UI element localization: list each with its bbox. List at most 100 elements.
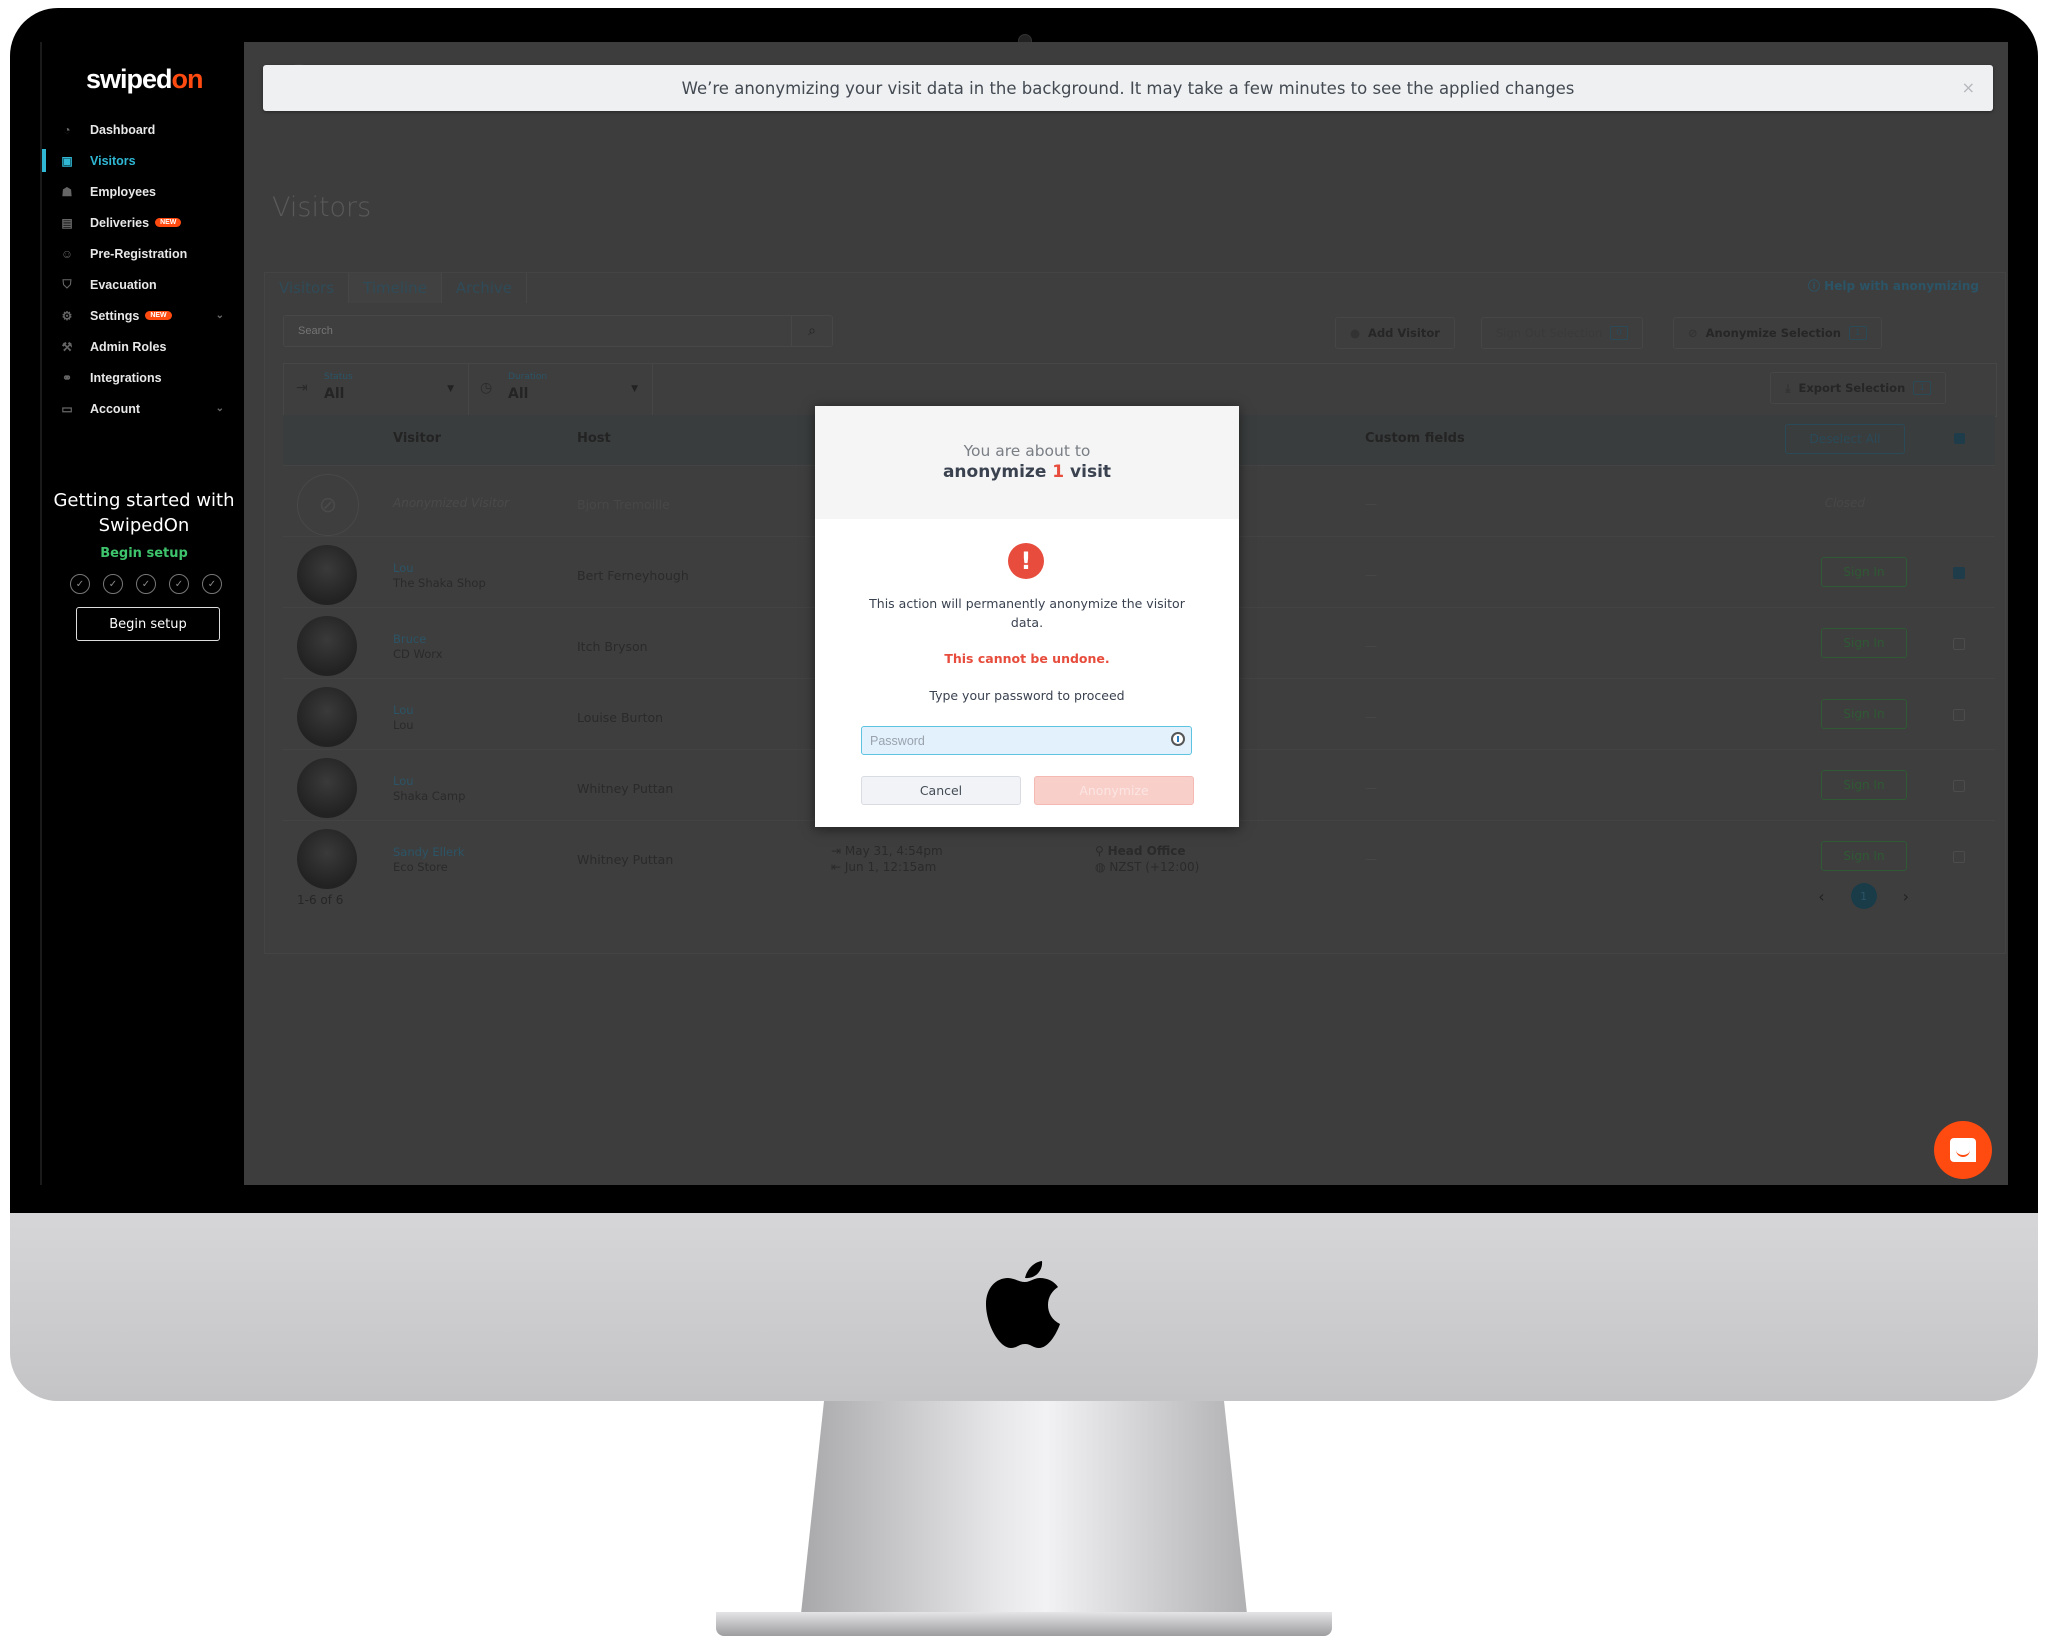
sign-in-button[interactable]: Sign In (1821, 628, 1907, 658)
help-link-label: Help with anonymizing (1824, 279, 1979, 293)
sidebar-item-label: Deliveries (90, 215, 150, 230)
sidebar-item-pre-registration[interactable]: ☺ Pre-Registration (42, 238, 246, 269)
avatar (297, 616, 357, 676)
search-icon: ⌕ (808, 323, 816, 339)
sidebar-item-integrations[interactable]: ⚭ Integrations (42, 362, 246, 393)
sidebar-item-employees[interactable]: ☗ Employees (42, 176, 246, 207)
export-selection-button[interactable]: ⤓ Export Selection 1 (1770, 372, 1946, 404)
close-icon[interactable]: × (1962, 78, 1975, 97)
visitor-company: The Shaka Shop (393, 576, 486, 590)
sidebar-item-settings[interactable]: ⚙ Settings NEW ⌄ (42, 300, 246, 331)
add-user-icon: ☺ (60, 246, 74, 261)
select-all-checkbox[interactable] (1954, 433, 1965, 444)
sign-out-selection-button[interactable]: Sign Out Selection 0 (1481, 317, 1643, 349)
row-checkbox[interactable] (1953, 709, 1965, 721)
location-value: Head Office (1107, 844, 1186, 858)
row-checkbox[interactable] (1953, 851, 1965, 863)
swipedon-logo[interactable]: swipedon (86, 64, 204, 95)
duration-filter[interactable]: ◷ Duration All ▼ (468, 364, 653, 416)
exclamation-icon: ! (1008, 543, 1044, 579)
info-icon: ⓘ (1807, 279, 1825, 293)
visitor-name[interactable]: Sandy Ellerk (393, 845, 465, 859)
sign-in-button[interactable]: Sign In (1821, 699, 1907, 729)
status-filter[interactable]: ⇥ Status All ▼ (284, 364, 469, 416)
sidebar-item-label: Visitors (90, 153, 136, 168)
sign-in-button[interactable]: Sign In (1821, 770, 1907, 800)
setup-step-check-icon: ✓ (169, 574, 189, 594)
custom-fields-value: — (1365, 497, 1377, 511)
password-manager-icon[interactable] (1171, 732, 1185, 746)
cancel-button[interactable]: Cancel (861, 776, 1021, 805)
setup-step-check-icon: ✓ (103, 574, 123, 594)
visitor-name[interactable]: Lou (393, 561, 414, 575)
custom-fields-value: — (1365, 710, 1377, 724)
signed-in-time: ⇥ May 31, 4:54pm (831, 844, 943, 858)
anonymize-button[interactable]: Anonymize (1034, 776, 1194, 805)
column-host[interactable]: Host (577, 431, 611, 446)
setup-steps: ✓ ✓ ✓ ✓ ✓ (70, 574, 222, 594)
deselect-all-button[interactable]: Deselect All (1785, 424, 1905, 454)
wrench-icon: ⚒ (61, 339, 73, 354)
sign-out-selection-label: Sign Out Selection (1496, 326, 1603, 340)
sidebar-item-deliveries[interactable]: ▤ Deliveries NEW (42, 207, 246, 238)
shield-icon: ⛉ (62, 277, 72, 291)
help-anonymizing-link[interactable]: ⓘ Help with anonymizing (1808, 277, 1979, 294)
search-box: ⌕ (283, 315, 833, 347)
notification-banner: We’re anonymizing your visit data in the… (263, 65, 1993, 111)
next-page-button[interactable]: › (1903, 887, 1909, 906)
search-button[interactable]: ⌕ (791, 316, 832, 346)
add-visitor-button[interactable]: ● Add Visitor (1335, 317, 1455, 349)
row-checkbox[interactable] (1953, 780, 1965, 792)
chevron-down-icon[interactable]: ⌄ (216, 403, 224, 414)
custom-fields-value: — (1365, 568, 1377, 582)
visitor-company: Eco Store (393, 860, 448, 874)
getting-started-title: Getting started with SwipedOn (53, 490, 235, 536)
sign-in-button[interactable]: Sign In (1821, 841, 1907, 871)
host-name: Itch Bryson (577, 639, 648, 654)
map-pin-icon: ⚲ (1095, 844, 1104, 858)
prev-page-button[interactable]: ‹ (1818, 887, 1824, 906)
sidebar-item-dashboard[interactable]: ◔ Dashboard (42, 114, 246, 145)
credit-card-icon: ▭ (61, 401, 73, 416)
anonymize-selection-button[interactable]: ⊘ Anonymize Selection 1 (1673, 317, 1882, 349)
duration-filter-label: Duration (508, 372, 548, 382)
row-checkbox[interactable] (1953, 638, 1965, 650)
banner-message: We’re anonymizing your visit data in the… (681, 78, 1575, 98)
tab-timeline[interactable]: Timeline (349, 273, 442, 303)
visitor-badge-icon: ▣ (61, 153, 73, 168)
page-button[interactable]: 1 (1850, 883, 1877, 909)
export-count: 1 (1913, 381, 1931, 395)
globe-icon: ◍ (1095, 860, 1106, 874)
setup-step-check-icon: ✓ (202, 574, 222, 594)
password-input[interactable] (862, 727, 1162, 755)
timezone-value: NZST (+12:00) (1109, 860, 1200, 874)
row-checkbox[interactable] (1953, 567, 1965, 579)
sidebar-item-admin-roles[interactable]: ⚒ Admin Roles (42, 331, 246, 362)
export-selection-label: Export Selection (1798, 381, 1906, 395)
visitor-name[interactable]: Bruce (393, 632, 426, 646)
sign-in-button[interactable]: Sign In (1821, 557, 1907, 587)
caret-down-icon: ▼ (447, 384, 454, 394)
pagination: ‹ 1 › (1818, 883, 1909, 909)
logo-text: swiped (86, 64, 173, 94)
table-row[interactable]: Sandy Ellerk Eco Store Whitney Puttan ⇥ May… (283, 820, 1995, 892)
tab-visitors[interactable]: Visitors (265, 273, 350, 303)
modal-body-text: This action will permanently anonymize t… (869, 596, 1185, 630)
search-input[interactable] (284, 316, 784, 346)
begin-setup-button[interactable]: Begin setup (76, 607, 220, 641)
sidebar-item-account[interactable]: ▭ Account ⌄ (42, 393, 246, 424)
host-name: Bert Ferneyhough (577, 568, 689, 583)
sidebar-item-visitors[interactable]: ▣ Visitors (42, 145, 246, 176)
status-filter-value: All (324, 386, 345, 402)
column-visitor[interactable]: Visitor (393, 431, 441, 446)
chat-icon (1950, 1138, 1976, 1162)
sidebar-item-evacuation[interactable]: ⛉ Evacuation (42, 269, 246, 300)
visitor-name[interactable]: Lou (393, 703, 414, 717)
tab-archive[interactable]: Archive (442, 273, 528, 303)
chevron-down-icon[interactable]: ⌄ (216, 310, 224, 321)
visitor-name[interactable]: Lou (393, 774, 414, 788)
monitor-stand (800, 1401, 1248, 1623)
begin-setup-link[interactable]: Begin setup (42, 546, 246, 561)
chat-launcher-button[interactable] (1934, 1121, 1992, 1179)
visitor-company: CD Worx (393, 647, 443, 661)
